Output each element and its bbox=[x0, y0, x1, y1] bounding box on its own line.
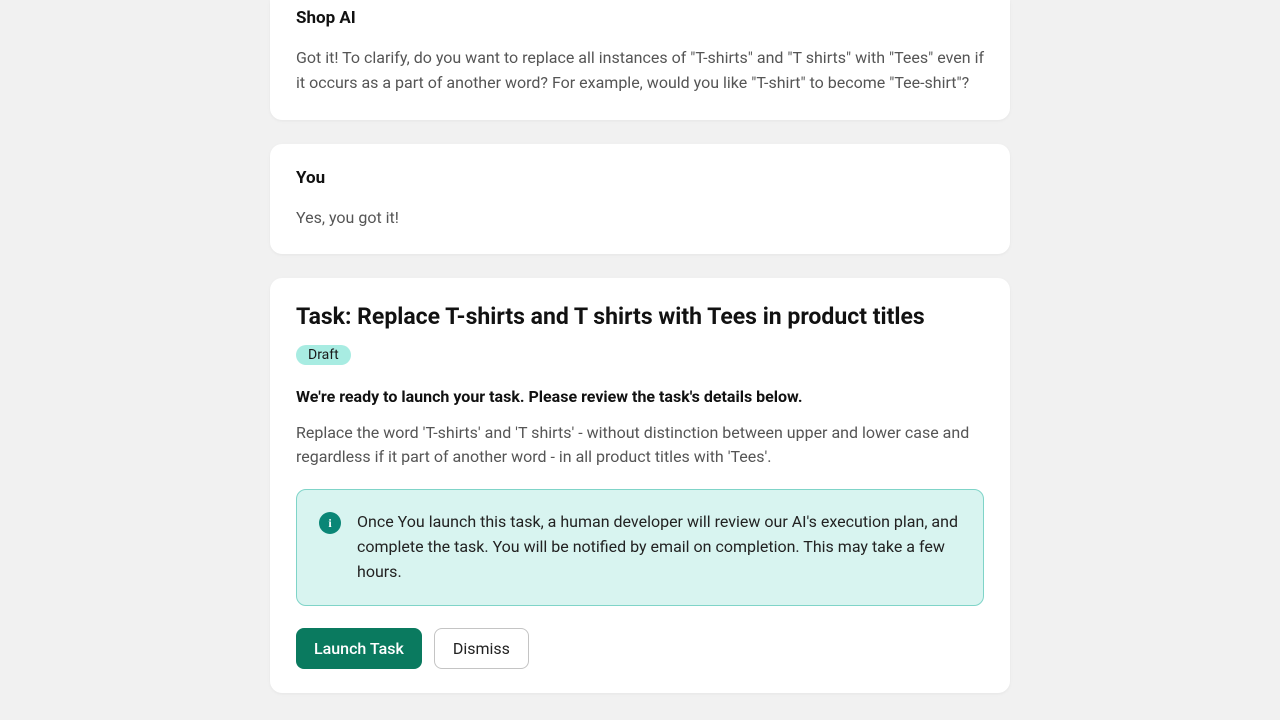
user-message-card: You Yes, you got it! bbox=[270, 144, 1010, 255]
info-box: i Once You launch this task, a human dev… bbox=[296, 489, 984, 605]
dismiss-button[interactable]: Dismiss bbox=[434, 628, 529, 669]
ai-message-card: Shop AI Got it! To clarify, do you want … bbox=[270, 0, 1010, 120]
launch-task-button[interactable]: Launch Task bbox=[296, 628, 422, 669]
ai-sender-label: Shop AI bbox=[296, 8, 984, 28]
user-message-body: Yes, you got it! bbox=[296, 206, 984, 231]
user-sender-label: You bbox=[296, 168, 984, 188]
task-title: Task: Replace T-shirts and T shirts with… bbox=[296, 302, 984, 332]
task-subtitle: We're ready to launch your task. Please … bbox=[296, 385, 984, 409]
status-badge: Draft bbox=[296, 345, 351, 365]
ai-message-body: Got it! To clarify, do you want to repla… bbox=[296, 46, 984, 96]
conversation-container: Shop AI Got it! To clarify, do you want … bbox=[270, 0, 1010, 720]
task-description: Replace the word 'T-shirts' and 'T shirt… bbox=[296, 421, 984, 469]
button-row: Launch Task Dismiss bbox=[296, 628, 984, 669]
task-card: Task: Replace T-shirts and T shirts with… bbox=[270, 278, 1010, 692]
info-text: Once You launch this task, a human devel… bbox=[357, 510, 961, 584]
info-icon: i bbox=[319, 512, 341, 534]
